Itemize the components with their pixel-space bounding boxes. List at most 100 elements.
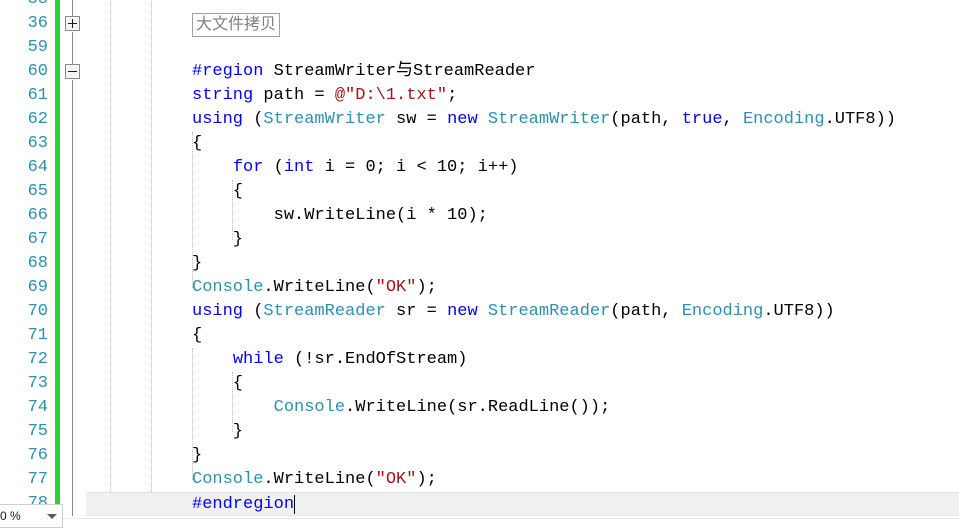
line-number: 72 (27, 350, 48, 369)
code-token-prep: #region (192, 62, 274, 81)
line-number: 77 (27, 470, 48, 489)
code-line[interactable]: Console.WriteLine("OK"); (86, 468, 959, 492)
code-token-plain: sw = (385, 110, 448, 129)
code-token-typ: Console (192, 470, 264, 489)
code-line[interactable]: } (86, 228, 959, 252)
code-line[interactable]: { (86, 132, 959, 156)
code-token-kw: using (192, 110, 244, 129)
code-token-kw: new (447, 110, 478, 129)
code-line[interactable] (86, 0, 959, 12)
line-number: 59 (27, 38, 48, 57)
code-token-plain: { (192, 374, 244, 393)
code-line-text: for (int i = 0; i < 10; i++) (192, 156, 519, 180)
line-number: 38 (0, 0, 48, 12)
code-line[interactable]: using (StreamReader sr = new StreamReade… (86, 300, 959, 324)
code-token-plain: { (192, 182, 244, 201)
code-line[interactable]: } (86, 420, 959, 444)
code-token-plain: { (192, 326, 203, 345)
code-token-plain: } (192, 230, 244, 249)
code-token-kw: for (232, 158, 264, 177)
line-number: 66 (27, 206, 48, 225)
code-line-text: using (StreamWriter sw = new StreamWrite… (192, 108, 896, 132)
code-line-text: while (!sr.EndOfStream) (192, 348, 468, 372)
code-line-text: } (192, 228, 243, 252)
code-line-text: using (StreamReader sr = new StreamReade… (192, 300, 835, 324)
code-line[interactable]: Console.WriteLine("OK"); (86, 276, 959, 300)
code-line[interactable]: { (86, 180, 959, 204)
code-token-plain: (!sr.EndOfStream) (283, 350, 468, 369)
code-token-plain: (path, (610, 110, 682, 129)
code-token-plain: path = (253, 86, 335, 105)
code-token-plain: } (192, 254, 203, 273)
code-line[interactable]: { (86, 324, 959, 348)
outlining-margin[interactable] (60, 0, 86, 524)
code-token-plain: ( (243, 302, 264, 321)
line-number: 65 (27, 182, 48, 201)
code-token-plain: { (192, 134, 203, 153)
code-line[interactable]: { (86, 372, 959, 396)
code-line-text: } (192, 444, 202, 468)
code-line[interactable]: using (StreamWriter sw = new StreamWrite… (86, 108, 959, 132)
code-token-plain: ; (447, 86, 458, 105)
line-number: 36 (27, 14, 48, 33)
line-number-gutter: 38 36 59 60 61 62 63 64 65 66 67 68 69 70 71 72 73 74 75 76… (0, 0, 55, 524)
code-token-typ: StreamReader (263, 302, 386, 321)
code-token-typ: Encoding (742, 110, 825, 129)
code-line[interactable]: sw.WriteLine(i * 10); (86, 204, 959, 228)
code-line-text: Console.WriteLine(sr.ReadLine()); (192, 396, 611, 420)
code-text-area[interactable]: 大文件拷贝 #region StreamWriter与StreamReader st… (86, 0, 959, 524)
line-number: 76 (27, 446, 48, 465)
code-token-kw: string (192, 86, 254, 105)
code-token-typ: StreamReader (487, 302, 611, 321)
code-line[interactable]: Console.WriteLine(sr.ReadLine()); (86, 396, 959, 420)
code-line[interactable]: for (int i = 0; i < 10; i++) (86, 156, 959, 180)
code-token-plain: i = 0; i < 10; i++) (314, 158, 519, 177)
line-number: 68 (27, 254, 48, 273)
code-line[interactable] (86, 36, 959, 60)
code-line[interactable]: } (86, 444, 959, 468)
line-number: 61 (27, 86, 48, 105)
line-number: 69 (27, 278, 48, 297)
chevron-down-icon[interactable] (47, 513, 57, 519)
zoom-level-label: 0 % (0, 509, 21, 523)
expand-region-icon[interactable] (65, 16, 80, 31)
code-token-plain: (path, (610, 302, 682, 321)
code-editor[interactable]: 38 36 59 60 61 62 63 64 65 66 67 68 69 70 71 72 73 74 75 76… (0, 0, 959, 528)
code-token-plain: sr = (385, 302, 448, 321)
code-token-plain: ( (263, 158, 284, 177)
code-token-typ: Encoding (681, 302, 764, 321)
code-line[interactable]: } (86, 252, 959, 276)
line-number: 62 (27, 110, 48, 129)
code-line-text: { (192, 324, 202, 348)
code-line-text: } (192, 420, 243, 444)
code-line[interactable]: #region StreamWriter与StreamReader (86, 60, 959, 84)
code-token-plain: .WriteLine(sr.ReadLine()); (345, 398, 611, 417)
zoom-level-control[interactable]: 0 % (0, 504, 63, 528)
text-caret (294, 495, 295, 514)
code-line-text: string path = @"D:\1.txt"; (192, 84, 457, 108)
fold-connector-line (72, 0, 73, 16)
code-line[interactable]: while (!sr.EndOfStream) (86, 348, 959, 372)
code-token-plain: .WriteLine( (263, 278, 376, 297)
code-line-current[interactable]: #endregion (86, 492, 959, 516)
code-line-text: Console.WriteLine("OK"); (192, 276, 437, 300)
fold-region-bracket (72, 80, 73, 516)
code-line-text: #region StreamWriter与StreamReader (192, 60, 535, 84)
code-line[interactable]: string path = @"D:\1.txt"; (86, 84, 959, 108)
code-token-plain: .UTF8)) (763, 302, 835, 321)
code-token-typ: Console (192, 278, 264, 297)
code-token-str: "OK" (375, 470, 417, 489)
code-token-plain: ); (416, 278, 437, 297)
code-token-kw: while (232, 350, 284, 369)
code-token-plain: , (722, 110, 743, 129)
code-line[interactable]: 大文件拷贝 (86, 12, 959, 37)
collapsed-region-chip[interactable]: 大文件拷贝 (192, 13, 281, 37)
code-token-plain: .UTF8)) (824, 110, 896, 129)
code-token-plain: } (192, 446, 203, 465)
line-number: 70 (27, 302, 48, 321)
collapse-region-icon[interactable] (65, 64, 80, 79)
